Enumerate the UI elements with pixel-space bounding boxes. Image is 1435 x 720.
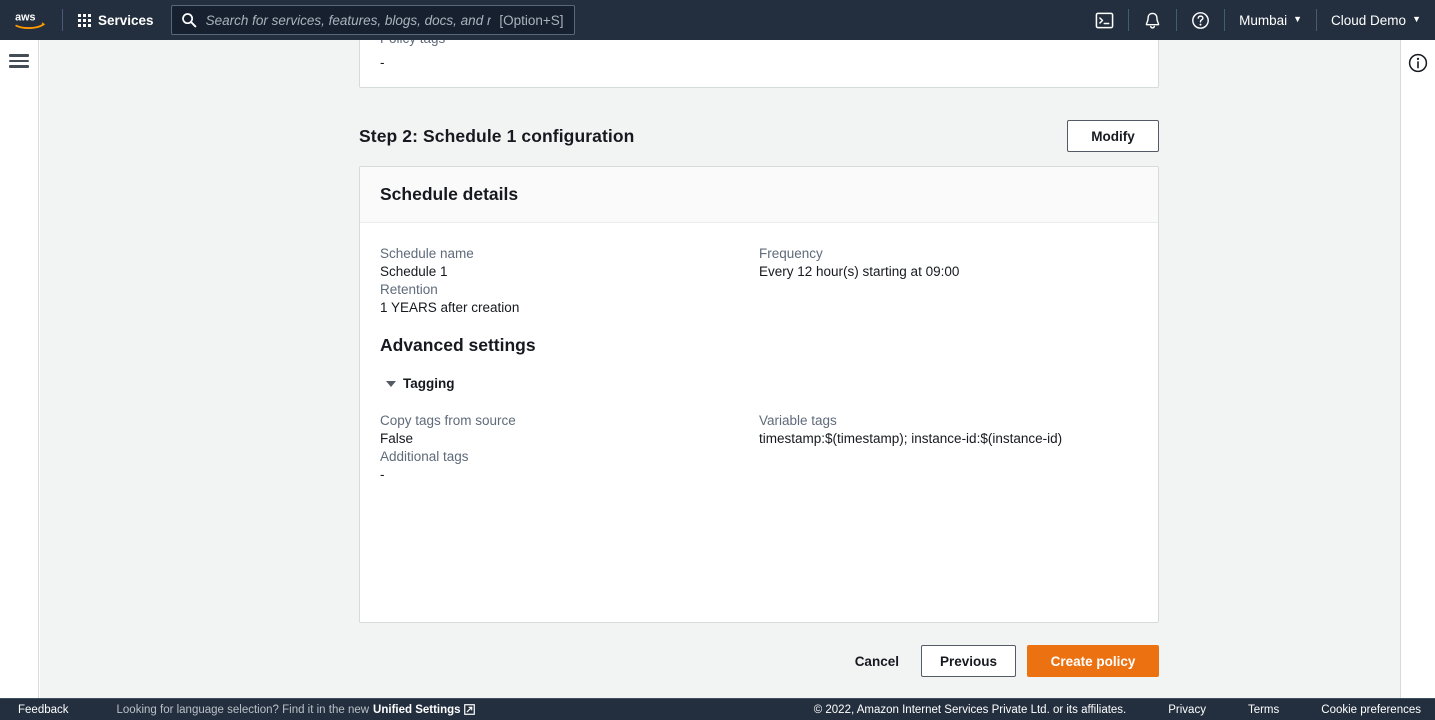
footer-right-group: © 2022, Amazon Internet Services Private… bbox=[814, 704, 1435, 716]
advanced-settings-heading: Advanced settings bbox=[380, 335, 536, 355]
policy-tags-value: - bbox=[380, 55, 385, 70]
field-column-right: Frequency Every 12 hour(s) starting at 0… bbox=[759, 245, 1138, 281]
top-navigation-bar: aws Services [Option+S] bbox=[0, 0, 1435, 40]
aws-home-link[interactable]: aws bbox=[0, 0, 62, 40]
region-label: Mumbai bbox=[1239, 12, 1288, 28]
schedule-name-value: Schedule 1 bbox=[380, 264, 448, 279]
schedule-name-label: Schedule name bbox=[380, 246, 474, 261]
field-schedule-name: Schedule name Schedule 1 bbox=[380, 245, 759, 281]
additional-tags-label: Additional tags bbox=[380, 448, 469, 464]
frequency-value: Every 12 hour(s) starting at 09:00 bbox=[759, 264, 960, 279]
field-column-right bbox=[759, 281, 1138, 317]
tagging-disclosure-toggle[interactable]: Tagging bbox=[386, 376, 455, 391]
tagging-fields-row-1: Copy tags from source False Variable tag… bbox=[380, 412, 1138, 448]
aws-logo: aws bbox=[15, 12, 46, 29]
field-variable-tags: Variable tags timestamp:$(timestamp); in… bbox=[759, 412, 1138, 448]
cloudshell-icon bbox=[1095, 12, 1114, 28]
variable-tags-label: Variable tags bbox=[759, 412, 837, 428]
cancel-button[interactable]: Cancel bbox=[833, 645, 921, 677]
variable-tags-value: timestamp:$(timestamp); instance-id:$(in… bbox=[759, 430, 1063, 446]
card-body: Schedule name Schedule 1 Frequency Every… bbox=[360, 223, 1158, 484]
chevron-down-icon: ▼ bbox=[1412, 13, 1421, 24]
grid-apps-icon bbox=[78, 13, 91, 27]
bell-icon bbox=[1145, 12, 1160, 29]
cloudshell-button[interactable] bbox=[1081, 0, 1128, 40]
region-selector[interactable]: Mumbai ▼ bbox=[1225, 0, 1316, 40]
tagging-label: Tagging bbox=[403, 376, 455, 391]
frequency-label: Frequency bbox=[759, 246, 823, 261]
unified-settings-link[interactable]: Unified Settings bbox=[373, 704, 461, 716]
global-search-box[interactable]: [Option+S] bbox=[170, 5, 575, 35]
field-column-left: Additional tags - bbox=[380, 448, 759, 484]
wizard-action-row: Cancel Previous Create policy bbox=[359, 641, 1159, 681]
help-circle-icon bbox=[1192, 11, 1210, 29]
tagging-fields-row-2: Additional tags - bbox=[380, 448, 1138, 484]
card-header: Schedule details bbox=[360, 167, 1158, 223]
account-menu[interactable]: Cloud Demo ▼ bbox=[1317, 0, 1435, 40]
cookie-preferences-link[interactable]: Cookie preferences bbox=[1321, 704, 1421, 716]
services-menu-button[interactable]: Services bbox=[63, 0, 167, 40]
chevron-down-icon: ▼ bbox=[1293, 13, 1303, 24]
schedule-fields-row-1: Schedule name Schedule 1 Frequency Every… bbox=[380, 245, 1138, 281]
page-footer: Feedback Looking for language selection?… bbox=[0, 698, 1435, 720]
services-label: Services bbox=[98, 12, 154, 28]
field-column-left: Copy tags from source False bbox=[380, 412, 759, 448]
field-copy-tags-from-source: Copy tags from source False bbox=[380, 412, 759, 448]
language-note-text: Looking for language selection? Find it … bbox=[116, 703, 370, 716]
field-additional-tags: Additional tags - bbox=[380, 448, 759, 484]
page-title: Step 2: Schedule 1 configuration bbox=[359, 125, 635, 146]
help-button[interactable] bbox=[1177, 0, 1224, 40]
schedule-details-card: Schedule details Schedule name Schedule … bbox=[359, 166, 1159, 623]
previous-button[interactable]: Previous bbox=[920, 645, 1016, 677]
search-input[interactable] bbox=[205, 12, 492, 28]
field-column-left: Schedule name Schedule 1 bbox=[380, 245, 759, 281]
right-help-strip bbox=[1400, 40, 1435, 698]
svg-text:aws: aws bbox=[15, 12, 35, 24]
left-navigation-strip bbox=[0, 40, 39, 698]
main-content-area: Policy tags - Step 2: Schedule 1 configu… bbox=[40, 40, 1400, 698]
retention-value: 1 YEARS after creation bbox=[380, 300, 520, 315]
language-selection-note: Looking for language selection? Find it … bbox=[117, 704, 475, 716]
field-frequency: Frequency Every 12 hour(s) starting at 0… bbox=[759, 245, 1138, 281]
account-label: Cloud Demo bbox=[1331, 12, 1407, 28]
modify-button[interactable]: Modify bbox=[1067, 120, 1159, 152]
step-header-row: Step 2: Schedule 1 configuration Modify bbox=[359, 116, 1159, 156]
external-link-icon bbox=[463, 704, 475, 715]
schedule-fields-row-2: Retention 1 YEARS after creation bbox=[380, 281, 1138, 317]
terms-link[interactable]: Terms bbox=[1248, 704, 1279, 716]
field-column-right: Variable tags timestamp:$(timestamp); in… bbox=[759, 412, 1138, 448]
search-icon bbox=[181, 13, 196, 28]
notifications-button[interactable] bbox=[1129, 0, 1176, 40]
card-title: Schedule details bbox=[380, 184, 519, 204]
create-policy-button[interactable]: Create policy bbox=[1027, 645, 1159, 677]
info-circle-icon[interactable] bbox=[1407, 52, 1429, 74]
feedback-link[interactable]: Feedback bbox=[18, 704, 69, 716]
copy-tags-value: False bbox=[380, 430, 414, 446]
retention-label: Retention bbox=[380, 282, 438, 297]
search-shortcut-hint: [Option+S] bbox=[499, 12, 564, 28]
chevron-down-icon bbox=[386, 380, 396, 387]
policy-tags-card: Policy tags - bbox=[359, 40, 1159, 88]
hamburger-menu-icon[interactable] bbox=[9, 52, 31, 70]
field-column-left: Retention 1 YEARS after creation bbox=[380, 281, 759, 317]
field-column-right bbox=[759, 448, 1138, 484]
additional-tags-value: - bbox=[380, 466, 385, 482]
field-retention: Retention 1 YEARS after creation bbox=[380, 281, 759, 317]
copy-tags-label: Copy tags from source bbox=[380, 412, 516, 428]
nav-right-group: Mumbai ▼ Cloud Demo ▼ bbox=[1081, 0, 1435, 40]
copyright-text: © 2022, Amazon Internet Services Private… bbox=[813, 703, 1127, 716]
policy-tags-label: Policy tags bbox=[380, 40, 445, 48]
privacy-link[interactable]: Privacy bbox=[1168, 704, 1206, 716]
